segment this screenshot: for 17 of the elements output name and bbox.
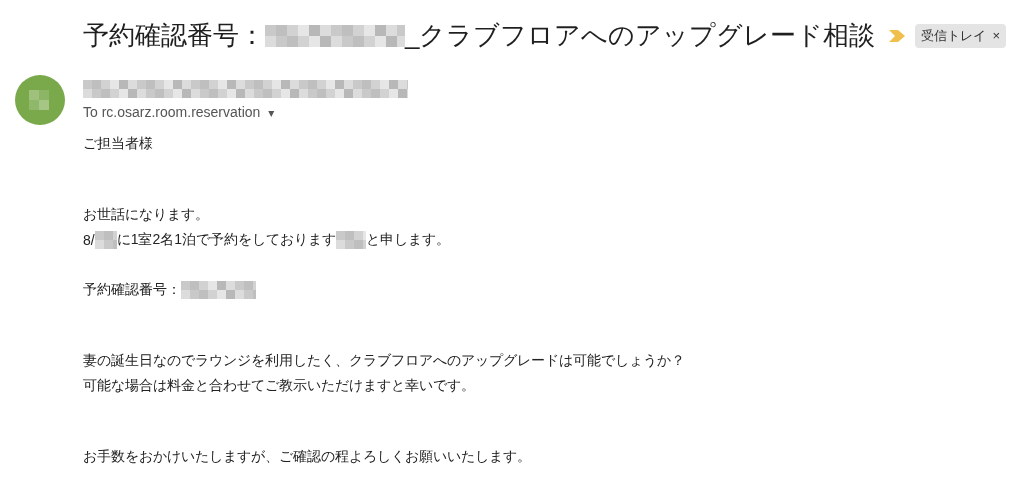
inbox-label[interactable]: 受信トレイ × <box>915 23 1007 48</box>
body-text: に1室2名1泊で予約をしております <box>116 230 337 249</box>
subject-text: 予約確認番号： <box>83 19 265 52</box>
body-text: と申します。 <box>366 230 451 249</box>
body-text: お手数をおかけいたしますが、ご確認の程よろしくお願いいたします。 <box>83 447 531 466</box>
body-text: ご担当者様 <box>83 134 153 153</box>
redacted-block <box>94 230 117 249</box>
recipient-dropdown[interactable]: To rc.osarz.room.reservation ▾ <box>83 104 408 120</box>
body-text: 可能な場合は料金と合わせてご教示いただけますと幸いです。 <box>83 376 475 395</box>
chevron-icon[interactable] <box>889 29 906 42</box>
redacted-block <box>336 230 367 249</box>
body-text: 予約確認番号： <box>83 280 181 299</box>
avatar <box>15 75 65 125</box>
body-text: 妻の誕生日なのでラウンジを利用したく、クラブフロアへのアップグレードは可能でしょうか？ <box>83 351 685 370</box>
subject-text: _クラブフロアへのアップグレード相談 <box>405 19 876 52</box>
body-text: 8/ <box>83 231 95 248</box>
body-text: お世話になります。 <box>83 205 209 224</box>
